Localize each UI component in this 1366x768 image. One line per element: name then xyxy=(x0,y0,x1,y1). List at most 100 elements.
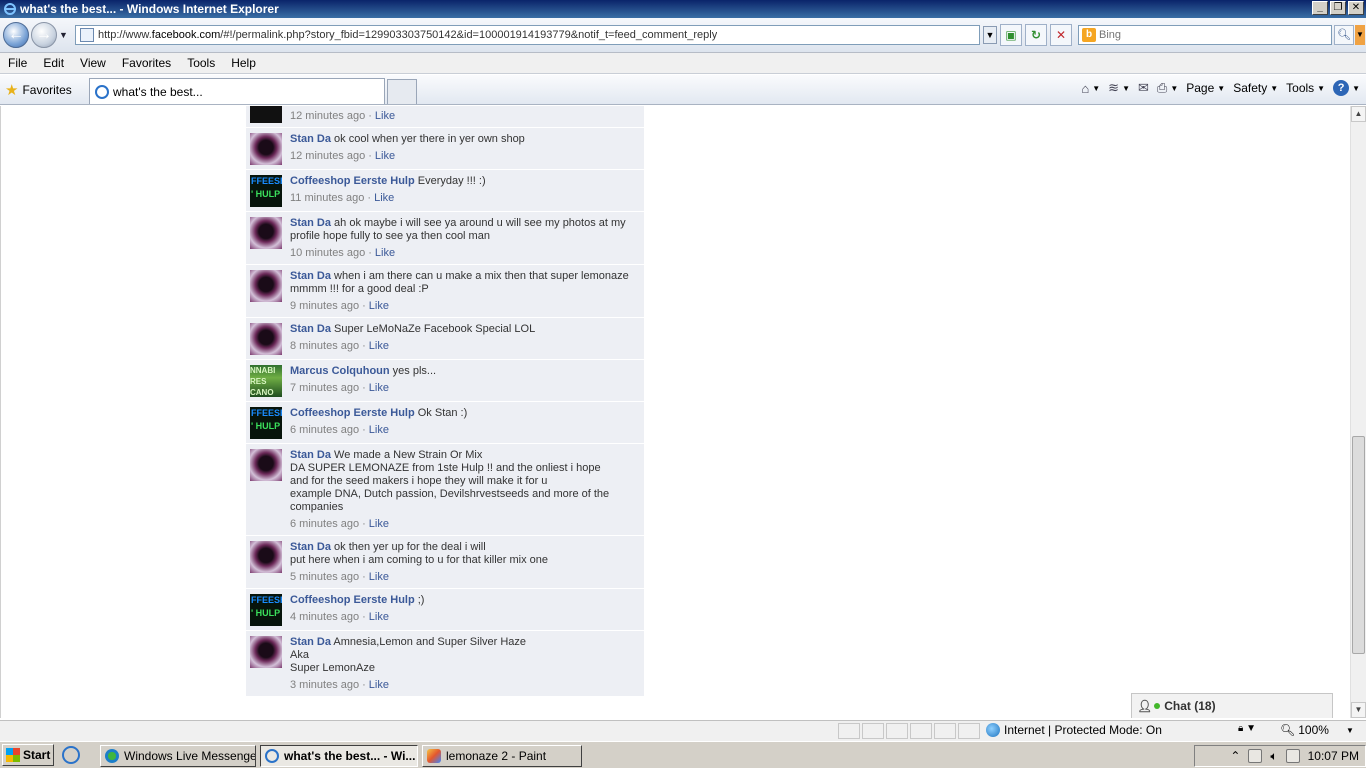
comment-time[interactable]: 5 minutes ago xyxy=(290,571,359,583)
avatar[interactable] xyxy=(250,106,282,123)
like-link[interactable]: Like xyxy=(369,424,389,436)
network-icon[interactable] xyxy=(1248,749,1263,763)
menu-favorites[interactable]: Favorites xyxy=(114,56,179,70)
start-button[interactable]: Start xyxy=(2,744,54,766)
show-hidden-icons-icon[interactable]: ⌃ xyxy=(1230,749,1240,763)
safety-menu-button[interactable]: Safety ▼ xyxy=(1233,81,1278,95)
search-button[interactable]: 🔍︎ xyxy=(1334,25,1354,45)
menu-view[interactable]: View xyxy=(72,56,114,70)
comment-author[interactable]: Stan Da xyxy=(290,217,331,229)
like-link[interactable]: Like xyxy=(369,340,389,352)
comment-time[interactable]: 8 minutes ago xyxy=(290,340,359,352)
comment-time[interactable]: 10 minutes ago xyxy=(290,247,365,259)
menu-tools[interactable]: Tools xyxy=(179,56,223,70)
menu-help[interactable]: Help xyxy=(223,56,264,70)
forward-button[interactable]: → xyxy=(31,22,57,48)
avatar[interactable]: FFEESH' HULP xyxy=(250,175,282,207)
avatar[interactable] xyxy=(250,323,282,355)
search-input[interactable] xyxy=(1099,29,1319,41)
comment-meta: 11 minutes ago · Like xyxy=(290,192,395,204)
avatar[interactable]: FFEESH' HULP xyxy=(250,407,282,439)
page-menu-button[interactable]: Page ▼ xyxy=(1186,81,1225,95)
browser-tab[interactable]: what's the best... xyxy=(89,78,385,104)
recent-pages-dropdown[interactable]: ▼ xyxy=(59,30,71,40)
comment-author[interactable]: Stan Da xyxy=(290,323,331,335)
comment-time[interactable]: 6 minutes ago xyxy=(290,518,359,530)
comment-time[interactable]: 6 minutes ago xyxy=(290,424,359,436)
vertical-scrollbar[interactable]: ▲ ▼ xyxy=(1350,106,1366,718)
compatibility-view-button[interactable]: ▣ xyxy=(1000,24,1022,46)
taskbar-messenger[interactable]: Windows Live Messenger xyxy=(100,745,256,767)
comment-author[interactable]: Coffeeshop Eerste Hulp xyxy=(290,175,415,187)
taskbar-paint[interactable]: lemonaze 2 - Paint xyxy=(422,745,582,767)
read-mail-button[interactable]: ✉ xyxy=(1138,80,1149,96)
comment-time[interactable]: 7 minutes ago xyxy=(290,382,359,394)
avatar[interactable]: FFEESH' HULP xyxy=(250,594,282,626)
like-link[interactable]: Like xyxy=(369,679,389,691)
help-menu-button[interactable]: ? ▼ xyxy=(1333,80,1360,96)
like-link[interactable]: Like xyxy=(369,571,389,583)
avatar[interactable] xyxy=(250,133,282,165)
comment-time[interactable]: 11 minutes ago xyxy=(290,192,364,204)
stop-button[interactable]: ✕ xyxy=(1050,24,1072,46)
address-field[interactable]: http://www.facebook.com/#!/permalink.php… xyxy=(75,25,980,45)
comment-author[interactable]: Stan Da xyxy=(290,133,331,145)
like-link[interactable]: Like xyxy=(369,518,389,530)
status-panel xyxy=(886,723,908,739)
back-button[interactable]: ← xyxy=(3,22,29,48)
scroll-thumb[interactable] xyxy=(1352,436,1365,654)
comment-author[interactable]: Coffeeshop Eerste Hulp xyxy=(290,407,415,419)
zoom-button[interactable]: 🔍︎ 100% ▼ xyxy=(1280,723,1354,737)
close-button[interactable]: ✕ xyxy=(1348,1,1364,15)
comment-author[interactable]: Stan Da xyxy=(290,541,331,553)
avatar[interactable] xyxy=(250,449,282,481)
feeds-button[interactable]: ≋ ▼ xyxy=(1108,80,1130,96)
tools-menu-button[interactable]: Tools ▼ xyxy=(1286,81,1325,95)
window-title-bar[interactable]: what's the best... - Windows Internet Ex… xyxy=(0,0,1366,18)
menu-edit[interactable]: Edit xyxy=(35,56,72,70)
action-center-icon[interactable] xyxy=(1285,749,1300,763)
like-link[interactable]: Like xyxy=(369,382,389,394)
refresh-button[interactable]: ↻ xyxy=(1025,24,1047,46)
chat-bar[interactable]: 👤︎ Chat (18) xyxy=(1131,693,1333,718)
avatar[interactable] xyxy=(250,636,282,668)
print-button[interactable]: ⎙ ▼ xyxy=(1157,80,1178,96)
favorites-button[interactable]: ★ Favorites xyxy=(5,81,72,99)
like-link[interactable]: Like xyxy=(369,611,389,623)
new-tab-button[interactable] xyxy=(387,79,417,104)
search-options-dropdown[interactable]: ▼ xyxy=(1355,25,1365,45)
comment-author[interactable]: Stan Da xyxy=(290,449,331,461)
home-button[interactable]: ⌂ ▼ xyxy=(1081,81,1100,96)
volume-icon[interactable]: 🔈︎ xyxy=(1270,749,1277,764)
avatar[interactable] xyxy=(250,541,282,573)
comment-author[interactable]: Stan Da xyxy=(290,270,331,282)
like-link[interactable]: Like xyxy=(375,150,395,162)
clock[interactable]: 10:07 PM xyxy=(1308,749,1359,763)
paint-icon xyxy=(427,749,441,763)
comment-time[interactable]: 9 minutes ago xyxy=(290,300,359,312)
avatar[interactable] xyxy=(250,217,282,249)
like-link[interactable]: Like xyxy=(374,192,394,204)
like-link[interactable]: Like xyxy=(375,110,395,122)
address-dropdown-button[interactable]: ▼ xyxy=(983,26,997,44)
comment-author[interactable]: Marcus Colquhoun xyxy=(290,365,390,377)
avatar[interactable]: NNABI RES CANO xyxy=(250,365,282,397)
like-link[interactable]: Like xyxy=(369,300,389,312)
search-box[interactable]: b xyxy=(1078,25,1332,45)
comment-time[interactable]: 12 minutes ago xyxy=(290,150,365,162)
comment-time[interactable]: 4 minutes ago xyxy=(290,611,359,623)
taskbar-ie[interactable]: what's the best... - Wi... xyxy=(260,745,418,767)
protected-mode-button[interactable]: 🔒︎ ▼ xyxy=(1238,723,1256,734)
avatar[interactable] xyxy=(250,270,282,302)
minimize-button[interactable]: _ xyxy=(1312,1,1328,15)
like-link[interactable]: Like xyxy=(375,247,395,259)
restore-button[interactable]: ❐ xyxy=(1330,1,1346,15)
comment-author[interactable]: Stan Da xyxy=(290,636,331,648)
security-zone[interactable]: Internet | Protected Mode: On xyxy=(986,723,1162,737)
scroll-up-button[interactable]: ▲ xyxy=(1351,106,1366,122)
comment-time[interactable]: 3 minutes ago xyxy=(290,679,359,691)
quick-launch-ie-icon[interactable] xyxy=(62,746,80,764)
comment-author[interactable]: Coffeeshop Eerste Hulp xyxy=(290,594,415,606)
menu-file[interactable]: File xyxy=(0,56,35,70)
scroll-down-button[interactable]: ▼ xyxy=(1351,702,1366,718)
